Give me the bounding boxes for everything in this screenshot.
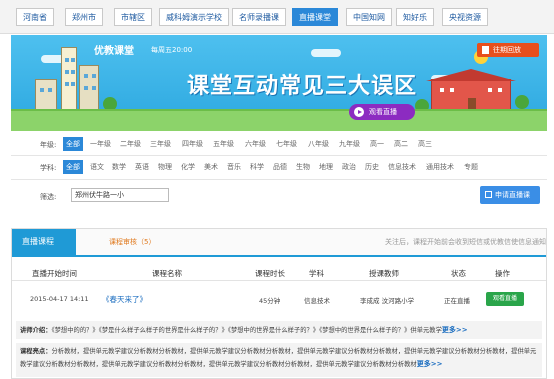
nav-item-school[interactable]: 威科姆演示学校 bbox=[159, 8, 229, 26]
highlight-text: 分析教材，提供单元教学建议分析教材分析教材，提供单元教学建议分析教材分析教材，提… bbox=[20, 348, 537, 368]
row-subject: 信息技术 bbox=[304, 297, 330, 305]
grade-option[interactable]: 七年级 bbox=[273, 137, 300, 151]
grade-option[interactable]: 高三 bbox=[415, 137, 435, 151]
watch-live-button[interactable]: 观看直播 bbox=[486, 292, 524, 306]
subject-option[interactable]: 通用技术 bbox=[423, 160, 457, 174]
grade-filter-row: 年级: 全部 一年级 二年级 三年级 四年级 五年级 六年级 七年级 八年级 九… bbox=[11, 137, 547, 151]
intro-text: 《梦想中的的？》《梦是什么样子么样子的世界是什么样子的？》《梦想中的世界是什么样… bbox=[51, 327, 442, 334]
banner-schedule: 每周五20:00 bbox=[151, 46, 193, 54]
divider bbox=[11, 179, 547, 180]
subject-option[interactable]: 品德 bbox=[270, 160, 290, 174]
subject-option[interactable]: 化学 bbox=[178, 160, 198, 174]
intro-label: 讲师介绍： bbox=[20, 327, 52, 334]
row-status: 正在直播 bbox=[444, 297, 470, 305]
column-header: 课程时长 bbox=[255, 269, 285, 278]
grade-option[interactable]: 六年级 bbox=[242, 137, 269, 151]
intro-more-link[interactable]: 更多>> bbox=[442, 326, 468, 334]
grade-option[interactable]: 二年级 bbox=[117, 137, 144, 151]
live-courses-panel: 直播课程 课程审核（5） 关注后，课程开始前会收到短信或优教信使信息通知 直播开… bbox=[11, 228, 547, 379]
building-illustration bbox=[61, 47, 77, 117]
subject-option[interactable]: 美术 bbox=[201, 160, 221, 174]
subject-option[interactable]: 信息技术 bbox=[385, 160, 419, 174]
table-header: 直播开始时间 课程名称 课程时长 学科 授课教师 状态 操作 bbox=[12, 265, 546, 281]
subject-option[interactable]: 英语 bbox=[132, 160, 152, 174]
grade-option[interactable]: 高一 bbox=[367, 137, 387, 151]
subject-option[interactable]: 音乐 bbox=[224, 160, 244, 174]
grade-option[interactable]: 四年级 bbox=[179, 137, 206, 151]
subject-option[interactable]: 物理 bbox=[155, 160, 175, 174]
row-duration: 45分钟 bbox=[259, 297, 281, 305]
divider bbox=[11, 155, 547, 156]
column-header: 操作 bbox=[495, 269, 510, 278]
apply-live-class-button[interactable]: 申请直播课 bbox=[480, 186, 540, 204]
grade-option[interactable]: 三年级 bbox=[147, 137, 174, 151]
subject-option[interactable]: 生物 bbox=[293, 160, 313, 174]
nav-item-district[interactable]: 市辖区 bbox=[114, 8, 152, 26]
grade-option[interactable]: 高二 bbox=[391, 137, 411, 151]
course-highlights: 课程亮点：分析教材，提供单元教学建议分析教材分析教材，提供单元教学建议分析教材分… bbox=[16, 343, 542, 377]
column-header: 学科 bbox=[309, 269, 324, 278]
tab-course-review[interactable]: 课程审核（5） bbox=[109, 237, 155, 247]
banner-brand: 优教课堂 bbox=[94, 46, 134, 57]
subject-option[interactable]: 政治 bbox=[339, 160, 359, 174]
subject-option[interactable]: 语文 bbox=[87, 160, 107, 174]
subject-filter-row: 学科: 全部 语文 数学 英语 物理 化学 美术 音乐 科学 品德 生物 地理 … bbox=[11, 160, 547, 174]
lecturer-intro: 讲师介绍：《梦想中的的？》《梦是什么样子么样子的世界是什么样子的？》《梦想中的世… bbox=[16, 321, 542, 339]
top-nav: 河南省 郑州市 市辖区 威科姆演示学校 名师录播课 直播课堂 中国知网 知好乐 … bbox=[0, 0, 554, 34]
row-course-title[interactable]: 《春天来了》 bbox=[102, 294, 147, 305]
grade-label: 年级: bbox=[40, 141, 57, 149]
column-header: 授课教师 bbox=[369, 269, 399, 278]
row-start-time: 2015-04-17 14:11 bbox=[30, 295, 89, 303]
nav-item-city[interactable]: 郑州市 bbox=[65, 8, 103, 26]
replay-icon bbox=[482, 46, 489, 54]
highlight-more-link[interactable]: 更多>> bbox=[417, 360, 443, 368]
grade-option[interactable]: 全部 bbox=[63, 137, 83, 151]
promo-banner: 优教课堂 每周五20:00 课堂互动常见三大误区 观看直播 往期回放 bbox=[11, 35, 547, 131]
nav-item-recorded-lessons[interactable]: 名师录播课 bbox=[232, 8, 286, 26]
nav-item-cctv-resources[interactable]: 央视资源 bbox=[442, 8, 488, 26]
grade-option[interactable]: 八年级 bbox=[305, 137, 332, 151]
panel-tabs: 直播课程 课程审核（5） 关注后，课程开始前会收到短信或优教信使信息通知 bbox=[12, 229, 546, 257]
nav-item-province[interactable]: 河南省 bbox=[16, 8, 54, 26]
column-header: 状态 bbox=[451, 269, 466, 278]
grade-option[interactable]: 五年级 bbox=[210, 137, 237, 151]
highlight-label: 课程亮点： bbox=[20, 348, 52, 355]
subject-option[interactable]: 全部 bbox=[63, 160, 83, 174]
subject-label: 学科: bbox=[40, 164, 57, 172]
subject-option[interactable]: 地理 bbox=[316, 160, 336, 174]
notification-hint: 关注后，课程开始前会收到短信或优教信使信息通知 bbox=[385, 238, 546, 246]
edit-icon bbox=[485, 191, 492, 198]
past-replays-button[interactable]: 往期回放 bbox=[477, 43, 539, 57]
subject-option[interactable]: 专题 bbox=[461, 160, 481, 174]
grade-option[interactable]: 一年级 bbox=[87, 137, 114, 151]
play-icon bbox=[354, 107, 364, 117]
table-row: 2015-04-17 14:11 《春天来了》 45分钟 信息技术 李成成 汶河… bbox=[12, 288, 546, 310]
banner-headline: 课堂互动常见三大误区 bbox=[187, 74, 418, 99]
nav-item-live-classroom[interactable]: 直播课堂 bbox=[292, 8, 338, 26]
column-header: 直播开始时间 bbox=[32, 269, 77, 278]
school-search-input[interactable]: 郑州伏牛路一小 bbox=[71, 188, 169, 202]
subject-option[interactable]: 科学 bbox=[247, 160, 267, 174]
row-teacher: 李成成 汶河路小学 bbox=[360, 297, 415, 305]
nav-item-cnki[interactable]: 中国知网 bbox=[346, 8, 392, 26]
grade-option[interactable]: 九年级 bbox=[336, 137, 363, 151]
subject-option[interactable]: 数学 bbox=[109, 160, 129, 174]
subject-option[interactable]: 历史 bbox=[362, 160, 382, 174]
column-header: 课程名称 bbox=[152, 269, 182, 278]
banner-watch-live-button[interactable]: 观看直播 bbox=[349, 104, 415, 120]
tab-live-courses[interactable]: 直播课程 bbox=[12, 229, 76, 255]
filter-section: 年级: 全部 一年级 二年级 三年级 四年级 五年级 六年级 七年级 八年级 九… bbox=[11, 133, 547, 207]
nav-item-zhihaole[interactable]: 知好乐 bbox=[396, 8, 434, 26]
search-label: 筛选: bbox=[40, 193, 57, 201]
